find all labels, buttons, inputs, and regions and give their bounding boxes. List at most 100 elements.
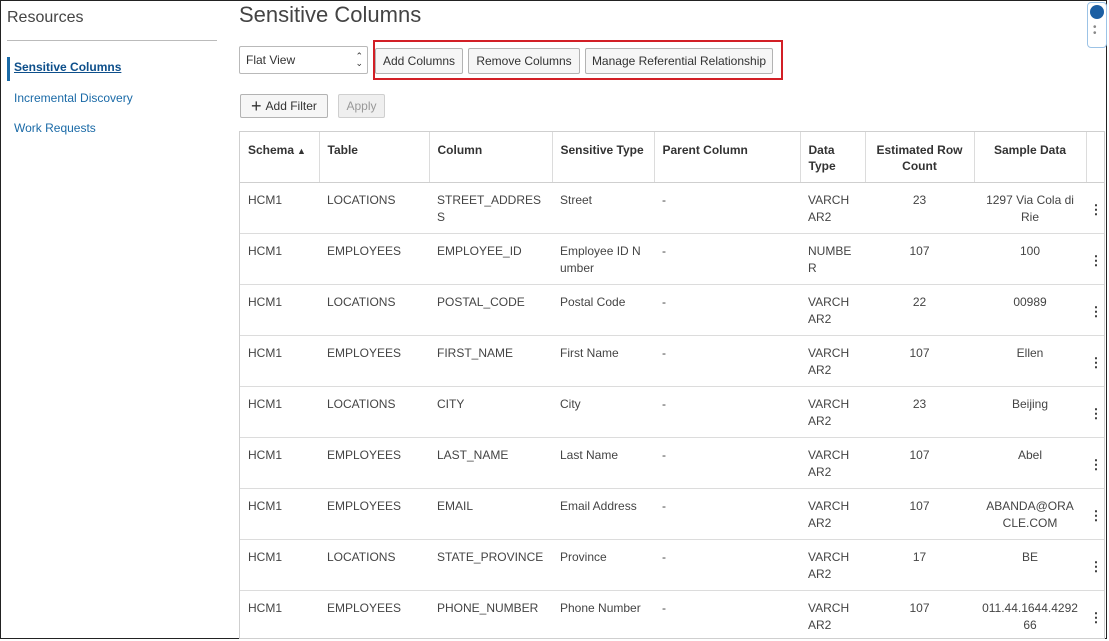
remove-columns-button[interactable]: Remove Columns: [468, 48, 580, 74]
cell-sample-data: 011.44.1644.429266: [974, 590, 1086, 638]
column-header-estimated-row-count[interactable]: Estimated Row Count: [865, 132, 975, 183]
cell-column: STREET_ADDRESS: [429, 182, 552, 234]
cell-sample-data: 100: [974, 233, 1086, 285]
table-row[interactable]: HCM1 EMPLOYEES LAST_NAME Last Name - VARCHAR2…: [240, 437, 1104, 489]
cell-column: FIRST_NAME: [429, 335, 552, 387]
apply-button[interactable]: Apply: [338, 94, 385, 118]
cell-parent-column: -: [654, 335, 800, 387]
cell-column: EMPLOYEE_ID: [429, 233, 552, 285]
column-header-schema[interactable]: Schema ▲: [240, 132, 320, 183]
kebab-menu-icon[interactable]: ⋮: [1086, 233, 1104, 285]
kebab-menu-icon[interactable]: ⋮: [1086, 488, 1104, 540]
cell-parent-column: -: [654, 590, 800, 638]
cell-data-type: NUMBER: [800, 233, 865, 285]
kebab-menu-icon[interactable]: ⋮: [1086, 539, 1104, 591]
kebab-menu-icon[interactable]: ⋮: [1086, 590, 1104, 638]
cell-column: EMAIL: [429, 488, 552, 540]
table-row[interactable]: HCM1 LOCATIONS STATE_PROVINCE Province - VARC…: [240, 539, 1104, 591]
column-header-parent-column[interactable]: Parent Column: [654, 132, 801, 183]
globe-icon: [1090, 5, 1104, 19]
cell-sensitive-type: Email Address: [552, 488, 654, 540]
cell-sensitive-type: Postal Code: [552, 284, 654, 336]
cell-estimated-row-count: 107: [865, 590, 974, 638]
cell-data-type: VARCHAR2: [800, 437, 865, 489]
cell-sensitive-type: Last Name: [552, 437, 654, 489]
cell-parent-column: -: [654, 539, 800, 591]
cell-table: LOCATIONS: [319, 284, 429, 336]
help-widget[interactable]: • •: [1087, 2, 1107, 48]
kebab-menu-icon[interactable]: ⋮: [1086, 182, 1104, 234]
column-header-data-type[interactable]: Data Type: [800, 132, 866, 183]
cell-estimated-row-count: 107: [865, 488, 974, 540]
cell-sample-data: Ellen: [974, 335, 1086, 387]
column-header-sample-data[interactable]: Sample Data: [974, 132, 1087, 183]
table-header-row: Schema ▲ Table Column Sensitive Type Pare…: [240, 132, 1104, 183]
table-row[interactable]: HCM1 LOCATIONS CITY City - VARCHAR2 23 Beijing ⋮: [240, 386, 1104, 438]
cell-column: POSTAL_CODE: [429, 284, 552, 336]
kebab-menu-icon[interactable]: ⋮: [1086, 335, 1104, 387]
cell-estimated-row-count: 23: [865, 182, 974, 234]
cell-parent-column: -: [654, 488, 800, 540]
add-columns-button[interactable]: Add Columns: [375, 48, 463, 74]
table-row[interactable]: HCM1 LOCATIONS POSTAL_CODE Postal Code - VARC…: [240, 284, 1104, 336]
column-header-column[interactable]: Column: [429, 132, 553, 183]
view-select-value: Flat View: [246, 53, 296, 67]
sidebar: Resources Sensitive Columns Incremental …: [1, 1, 231, 639]
manage-referential-relationship-button[interactable]: Manage Referential Relationship: [585, 48, 773, 74]
kebab-menu-icon[interactable]: ⋮: [1086, 284, 1104, 336]
cell-table: LOCATIONS: [319, 386, 429, 438]
cell-schema: HCM1: [240, 386, 319, 438]
cell-table: EMPLOYEES: [319, 437, 429, 489]
cell-schema: HCM1: [240, 335, 319, 387]
cell-table: LOCATIONS: [319, 182, 429, 234]
cell-sample-data: BE: [974, 539, 1086, 591]
table-row[interactable]: HCM1 LOCATIONS STREET_ADDRESS Street - VARCHA…: [240, 182, 1104, 234]
column-header-actions: [1086, 132, 1104, 183]
column-header-sensitive-type[interactable]: Sensitive Type: [552, 132, 655, 183]
table-row[interactable]: HCM1 EMPLOYEES EMPLOYEE_ID Employee ID Numb…: [240, 233, 1104, 285]
cell-schema: HCM1: [240, 437, 319, 489]
cell-data-type: VARCHAR2: [800, 539, 865, 591]
table-row[interactable]: HCM1 EMPLOYEES EMAIL Email Address - VARCHAR2…: [240, 488, 1104, 540]
sort-ascending-icon: ▲: [297, 146, 306, 156]
sidebar-item-incremental-discovery[interactable]: Incremental Discovery: [14, 91, 133, 105]
cell-table: EMPLOYEES: [319, 488, 429, 540]
cell-column: LAST_NAME: [429, 437, 552, 489]
cell-schema: HCM1: [240, 182, 319, 234]
sidebar-item-sensitive-columns[interactable]: Sensitive Columns: [14, 60, 121, 74]
cell-parent-column: -: [654, 386, 800, 438]
cell-sample-data: 00989: [974, 284, 1086, 336]
cell-data-type: VARCHAR2: [800, 182, 865, 234]
cell-schema: HCM1: [240, 233, 319, 285]
table-row[interactable]: HCM1 EMPLOYEES PHONE_NUMBER Phone Number - VA…: [240, 590, 1104, 638]
column-header-table[interactable]: Table: [319, 132, 430, 183]
view-select[interactable]: Flat View ⌃ ⌄: [239, 46, 368, 74]
sidebar-title: Resources: [7, 9, 84, 26]
cell-parent-column: -: [654, 182, 800, 234]
cell-sensitive-type: Employee ID Number: [552, 233, 654, 285]
drag-handle-icon[interactable]: • •: [1093, 23, 1097, 39]
kebab-menu-icon[interactable]: ⋮: [1086, 386, 1104, 438]
cell-sample-data: Abel: [974, 437, 1086, 489]
cell-sample-data: Beijing: [974, 386, 1086, 438]
cell-parent-column: -: [654, 233, 800, 285]
plus-icon: +: [251, 96, 262, 116]
kebab-menu-icon[interactable]: ⋮: [1086, 437, 1104, 489]
cell-sensitive-type: Street: [552, 182, 654, 234]
cell-table: LOCATIONS: [319, 539, 429, 591]
cell-parent-column: -: [654, 284, 800, 336]
cell-sensitive-type: City: [552, 386, 654, 438]
active-indicator: [7, 57, 10, 81]
cell-schema: HCM1: [240, 284, 319, 336]
cell-schema: HCM1: [240, 539, 319, 591]
sidebar-divider: [7, 40, 217, 41]
sidebar-item-work-requests[interactable]: Work Requests: [14, 121, 96, 135]
cell-data-type: VARCHAR2: [800, 386, 865, 438]
cell-table: EMPLOYEES: [319, 233, 429, 285]
cell-column: CITY: [429, 386, 552, 438]
add-filter-button[interactable]: + Add Filter: [240, 94, 328, 118]
cell-schema: HCM1: [240, 488, 319, 540]
cell-data-type: VARCHAR2: [800, 488, 865, 540]
cell-column: STATE_PROVINCE: [429, 539, 552, 591]
table-row[interactable]: HCM1 EMPLOYEES FIRST_NAME First Name - VARCHA…: [240, 335, 1104, 387]
